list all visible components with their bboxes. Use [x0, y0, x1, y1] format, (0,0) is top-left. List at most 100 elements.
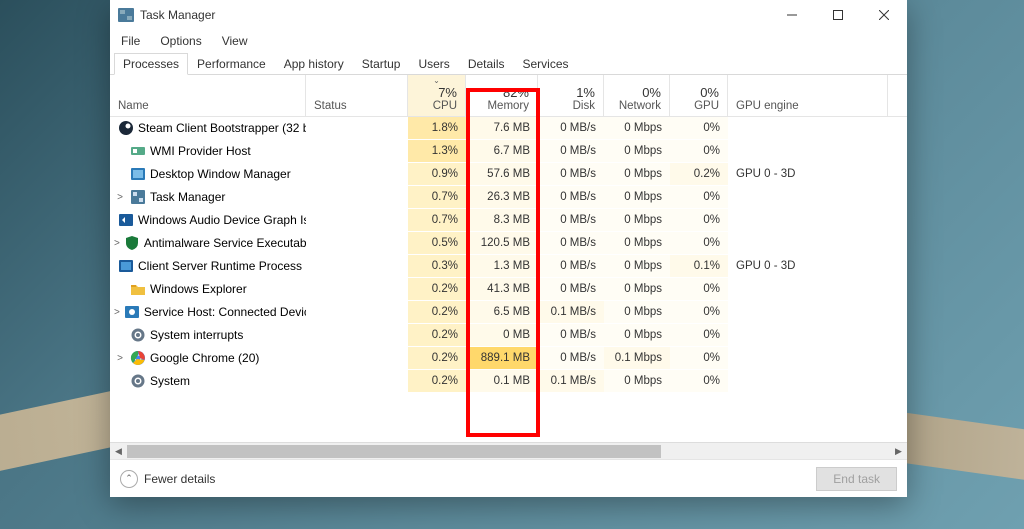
process-icon — [124, 235, 140, 251]
menu-view[interactable]: View — [217, 32, 253, 50]
table-row[interactable]: Steam Client Bootstrapper (32 bit) 1.8% … — [110, 117, 907, 140]
process-name-cell: Windows Audio Device Graph Is... — [110, 209, 306, 231]
process-icon — [130, 373, 146, 389]
cpu-cell: 0.2% — [408, 347, 466, 369]
process-name: Steam Client Bootstrapper (32 bit) — [138, 121, 306, 135]
table-row[interactable]: > Antimalware Service Executable 0.5% 12… — [110, 232, 907, 255]
expand-icon[interactable]: > — [114, 353, 126, 364]
table-row[interactable]: System interrupts 0.2% 0 MB 0 MB/s 0 Mbp… — [110, 324, 907, 347]
col-status[interactable]: Status — [306, 75, 408, 116]
end-task-button[interactable]: End task — [816, 467, 897, 491]
titlebar[interactable]: Task Manager — [110, 0, 907, 30]
table-row[interactable]: > Task Manager 0.7% 26.3 MB 0 MB/s 0 Mbp… — [110, 186, 907, 209]
col-network[interactable]: 0%Network — [604, 75, 670, 116]
close-button[interactable] — [861, 0, 907, 30]
memory-cell: 6.5 MB — [466, 301, 538, 323]
col-name[interactable]: Name — [110, 75, 306, 116]
gpu-cell: 0% — [670, 347, 728, 369]
status-cell — [306, 186, 408, 208]
col-gpu-engine[interactable]: GPU engine — [728, 75, 888, 116]
table-row[interactable]: System 0.2% 0.1 MB 0.1 MB/s 0 Mbps 0% — [110, 370, 907, 393]
table-row[interactable]: Windows Explorer 0.2% 41.3 MB 0 MB/s 0 M… — [110, 278, 907, 301]
process-name: WMI Provider Host — [150, 144, 251, 158]
gpu-engine-cell — [728, 140, 888, 162]
expand-icon[interactable]: > — [114, 238, 120, 249]
menu-file[interactable]: File — [116, 32, 145, 50]
window-title: Task Manager — [140, 8, 215, 22]
process-name: Windows Audio Device Graph Is... — [138, 213, 306, 227]
disk-cell: 0 MB/s — [538, 117, 604, 139]
memory-cell: 7.6 MB — [466, 117, 538, 139]
maximize-button[interactable] — [815, 0, 861, 30]
table-row[interactable]: > Google Chrome (20) 0.2% 889.1 MB 0 MB/… — [110, 347, 907, 370]
memory-cell: 8.3 MB — [466, 209, 538, 231]
process-name-cell: > Task Manager — [110, 186, 306, 208]
cpu-cell: 1.8% — [408, 117, 466, 139]
tab-startup[interactable]: Startup — [353, 53, 410, 75]
tab-processes[interactable]: Processes — [114, 53, 188, 75]
minimize-button[interactable] — [769, 0, 815, 30]
disk-cell: 0 MB/s — [538, 324, 604, 346]
disk-cell: 0 MB/s — [538, 163, 604, 185]
menubar: File Options View — [110, 30, 907, 52]
cpu-cell: 0.7% — [408, 209, 466, 231]
table-row[interactable]: > Service Host: Connected Device... 0.2%… — [110, 301, 907, 324]
network-cell: 0.1 Mbps — [604, 347, 670, 369]
process-name: Client Server Runtime Process — [138, 259, 302, 273]
network-cell: 0 Mbps — [604, 324, 670, 346]
memory-cell: 26.3 MB — [466, 186, 538, 208]
network-cell: 0 Mbps — [604, 370, 670, 392]
col-gpu[interactable]: 0%GPU — [670, 75, 728, 116]
gpu-cell: 0% — [670, 140, 728, 162]
table-row[interactable]: WMI Provider Host 1.3% 6.7 MB 0 MB/s 0 M… — [110, 140, 907, 163]
process-name-cell: Windows Explorer — [110, 278, 306, 300]
disk-cell: 0 MB/s — [538, 209, 604, 231]
network-cell: 0 Mbps — [604, 232, 670, 254]
col-disk[interactable]: 1%Disk — [538, 75, 604, 116]
process-name: Task Manager — [150, 190, 225, 204]
tab-services[interactable]: Services — [514, 53, 578, 75]
expand-icon[interactable]: > — [114, 192, 126, 203]
tab-app-history[interactable]: App history — [275, 53, 353, 75]
process-icon — [130, 189, 146, 205]
process-name: Windows Explorer — [150, 282, 247, 296]
tab-performance[interactable]: Performance — [188, 53, 275, 75]
process-icon — [118, 258, 134, 274]
col-cpu[interactable]: ⌄ 7%CPU — [408, 75, 466, 116]
table-row[interactable]: Desktop Window Manager 0.9% 57.6 MB 0 MB… — [110, 163, 907, 186]
cpu-cell: 0.5% — [408, 232, 466, 254]
gpu-engine-cell: GPU 0 - 3D — [728, 255, 888, 277]
table-row[interactable]: Client Server Runtime Process 0.3% 1.3 M… — [110, 255, 907, 278]
gpu-engine-cell — [728, 347, 888, 369]
gpu-cell: 0.2% — [670, 163, 728, 185]
memory-cell: 889.1 MB — [466, 347, 538, 369]
cpu-cell: 0.2% — [408, 278, 466, 300]
process-icon — [130, 143, 146, 159]
process-icon — [130, 281, 146, 297]
memory-cell: 120.5 MB — [466, 232, 538, 254]
scroll-left-icon[interactable]: ◀ — [110, 443, 127, 460]
cpu-cell: 0.2% — [408, 370, 466, 392]
process-icon — [130, 166, 146, 182]
disk-cell: 0 MB/s — [538, 278, 604, 300]
task-manager-window: Task Manager File Options View Processes… — [110, 0, 907, 497]
horizontal-scrollbar[interactable]: ◀ ▶ — [110, 442, 907, 459]
network-cell: 0 Mbps — [604, 163, 670, 185]
scroll-right-icon[interactable]: ▶ — [890, 443, 907, 460]
disk-cell: 0 MB/s — [538, 186, 604, 208]
status-cell — [306, 140, 408, 162]
status-cell — [306, 255, 408, 277]
col-memory[interactable]: 82%Memory — [466, 75, 538, 116]
status-cell — [306, 163, 408, 185]
gpu-engine-cell — [728, 324, 888, 346]
tab-details[interactable]: Details — [459, 53, 514, 75]
menu-options[interactable]: Options — [155, 32, 206, 50]
scrollbar-thumb[interactable] — [127, 445, 661, 458]
process-rows[interactable]: Steam Client Bootstrapper (32 bit) 1.8% … — [110, 117, 907, 442]
table-row[interactable]: Windows Audio Device Graph Is... 0.7% 8.… — [110, 209, 907, 232]
chevron-up-icon: ⌃ — [120, 470, 138, 488]
gpu-cell: 0% — [670, 232, 728, 254]
fewer-details-button[interactable]: ⌃ Fewer details — [120, 470, 215, 488]
tab-users[interactable]: Users — [409, 53, 458, 75]
expand-icon[interactable]: > — [114, 307, 120, 318]
